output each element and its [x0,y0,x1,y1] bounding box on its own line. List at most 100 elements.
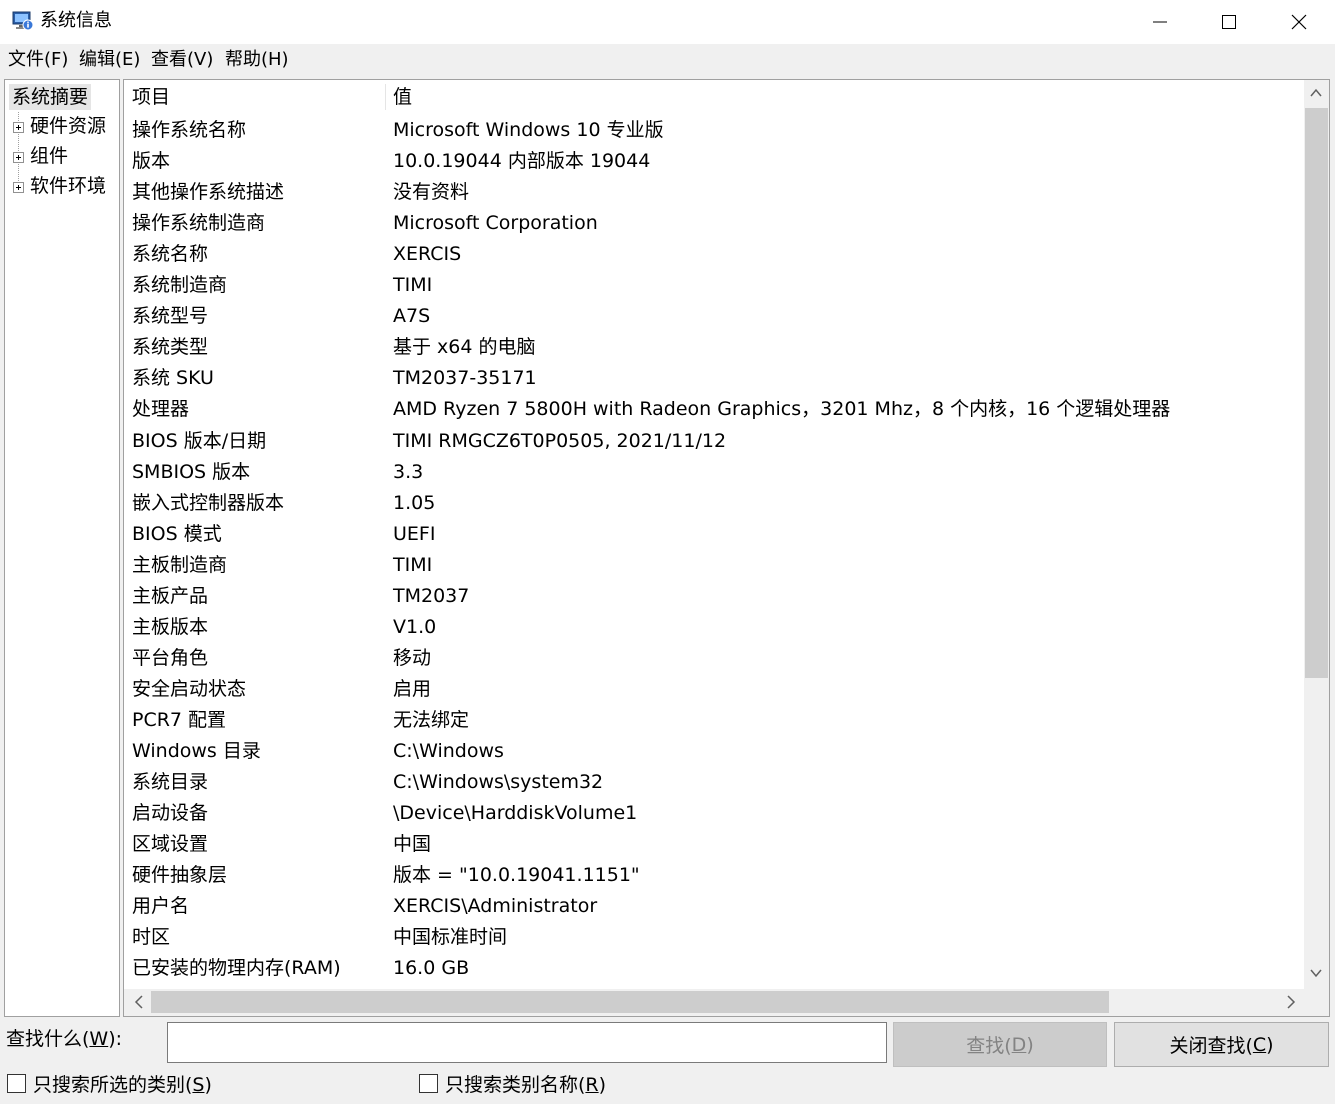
row-item: 系统制造商 [132,274,228,297]
table-row[interactable]: 系统 SKU TM2037-35171 [124,363,1304,394]
table-row[interactable]: 处理器 AMD Ryzen 7 5800H with Radeon Graphic… [124,394,1304,425]
table-row[interactable]: 区域设置 中国 [124,829,1304,860]
details-list: 项目 值 操作系统名称 Microsoft Windows 10 专业版版本 10.… [123,79,1330,1017]
find-label: 查找什么(W): [6,1028,123,1050]
tree-item-system-summary[interactable]: 系统摘要 [9,84,92,110]
scroll-right-icon[interactable] [1284,994,1298,1010]
row-item: 处理器 [132,398,190,421]
table-row[interactable]: 系统型号 A7S [124,301,1304,332]
row-item: 系统名称 [132,243,209,266]
table-row[interactable]: 已安装的物理内存(RAM) 16.0 GB [124,953,1304,984]
row-value: 无法绑定 [393,708,470,731]
table-row[interactable]: 用户名 XERCIS\Administrator [124,891,1304,922]
scroll-down-icon[interactable] [1309,966,1323,980]
table-row[interactable]: 其他操作系统描述 没有资料 [124,177,1304,208]
row-value: 启用 [393,677,432,700]
scrollbar-corner [1304,989,1329,1016]
minimize-button[interactable] [1125,0,1195,44]
row-item: 嵌入式控制器版本 [132,491,285,514]
horizontal-scroll-thumb[interactable] [151,991,1109,1013]
row-item: 主板制造商 [132,553,228,576]
table-row[interactable]: BIOS 版本/日期 TIMI RMGCZ6T0P0505, 2021/11/12 [124,426,1304,457]
table-row[interactable]: 时区 中国标准时间 [124,922,1304,953]
search-category-names-label: 只搜索类别名称(R) [445,1073,607,1096]
table-row[interactable]: 系统制造商 TIMI [124,270,1304,301]
row-value: 16.0 GB [393,957,470,980]
expand-icon[interactable] [13,182,24,193]
row-value: AMD Ryzen 7 5800H with Radeon Graphics，3… [393,398,1171,421]
column-header-item[interactable]: 项目 [132,85,170,109]
maximize-button[interactable] [1194,0,1264,44]
table-row[interactable]: 启动设备 \Device\HarddiskVolume1 [124,798,1304,829]
row-value: TIMI RMGCZ6T0P0505, 2021/11/12 [393,429,727,452]
search-selected-category-checkbox[interactable] [7,1073,26,1093]
close-button[interactable] [1264,0,1334,44]
find-input[interactable] [167,1022,887,1063]
row-value: C:\Windows [393,740,504,762]
close-find-button[interactable]: 关闭查找(C) [1114,1022,1329,1067]
row-value: 1.05 [393,491,436,514]
table-row[interactable]: 主板版本 V1.0 [124,612,1304,643]
vertical-scrollbar[interactable] [1304,80,1329,989]
table-row[interactable]: 系统名称 XERCIS [124,239,1304,270]
horizontal-scrollbar[interactable] [124,989,1304,1016]
row-value: A7S [393,305,431,328]
menu-file[interactable]: 文件(F) [8,48,68,72]
table-row[interactable]: 主板制造商 TIMI [124,550,1304,581]
expand-icon[interactable] [13,152,24,163]
row-item: 主板产品 [132,584,209,607]
column-header-value[interactable]: 值 [393,85,412,109]
menu-view[interactable]: 查看(V) [151,48,213,72]
row-item: PCR7 配置 [132,708,227,731]
row-value: TIMI [393,553,433,576]
table-row[interactable]: 平台角色 移动 [124,643,1304,674]
row-item: 区域设置 [132,833,209,856]
scroll-up-icon[interactable] [1309,86,1323,100]
close-icon [1291,14,1307,30]
row-item: 已安装的物理内存(RAM) [132,957,341,980]
table-row[interactable]: SMBIOS 版本 3.3 [124,457,1304,488]
menu-edit[interactable]: 编辑(E) [79,48,140,72]
column-divider[interactable] [385,84,386,110]
table-row[interactable]: 嵌入式控制器版本 1.05 [124,488,1304,519]
table-row[interactable]: 主板产品 TM2037 [124,581,1304,612]
row-item: 系统型号 [132,305,209,328]
find-button[interactable]: 查找(D) [893,1022,1107,1067]
row-value: XERCIS\Administrator [393,895,598,918]
row-value: 中国标准时间 [393,926,508,949]
row-item: BIOS 模式 [132,522,222,545]
row-item: 版本 [132,150,171,173]
maximize-icon [1222,15,1236,29]
table-row[interactable]: Windows 目录 C:\Windows [124,736,1304,767]
row-item: BIOS 版本/日期 [132,429,267,452]
search-selected-category-label: 只搜索所选的类别(S) [33,1073,212,1096]
table-row[interactable]: 操作系统制造商 Microsoft Corporation [124,208,1304,239]
table-row[interactable]: 硬件抽象层 版本 = "10.0.19041.1151" [124,860,1304,891]
row-value: C:\Windows\system32 [393,771,604,794]
search-category-names-checkbox[interactable] [419,1073,438,1093]
row-item: 系统类型 [132,336,209,359]
tree-item-hardware-resources[interactable]: 硬件资源 [30,113,106,139]
table-row[interactable]: 版本 10.0.19044 内部版本 19044 [124,146,1304,177]
row-value: 10.0.19044 内部版本 19044 [393,150,651,173]
table-row[interactable]: 系统类型 基于 x64 的电脑 [124,332,1304,363]
expand-icon[interactable] [13,122,24,133]
table-row[interactable]: 操作系统名称 Microsoft Windows 10 专业版 [124,115,1304,146]
tree-item-components[interactable]: 组件 [30,143,68,169]
row-value: UEFI [393,522,436,545]
search-selected-category-option[interactable]: 只搜索所选的类别(S) [7,1070,212,1096]
table-row[interactable]: 安全启动状态 启用 [124,674,1304,705]
menu-help[interactable]: 帮助(H) [225,48,289,72]
vertical-scroll-thumb[interactable] [1305,108,1328,678]
table-row[interactable]: PCR7 配置 无法绑定 [124,705,1304,736]
table-row[interactable]: 系统目录 C:\Windows\system32 [124,767,1304,798]
tree-item-software-environment[interactable]: 软件环境 [30,173,106,199]
table-row[interactable]: BIOS 模式 UEFI [124,519,1304,550]
window-title: 系统信息 [40,10,112,31]
scroll-left-icon[interactable] [132,994,146,1010]
category-tree: 系统摘要 硬件资源 组件 软件环境 [4,79,120,1017]
minimize-icon [1153,21,1167,23]
search-category-names-option[interactable]: 只搜索类别名称(R) [419,1070,606,1096]
row-value: TIMI [393,274,433,297]
row-value: 移动 [393,646,432,669]
